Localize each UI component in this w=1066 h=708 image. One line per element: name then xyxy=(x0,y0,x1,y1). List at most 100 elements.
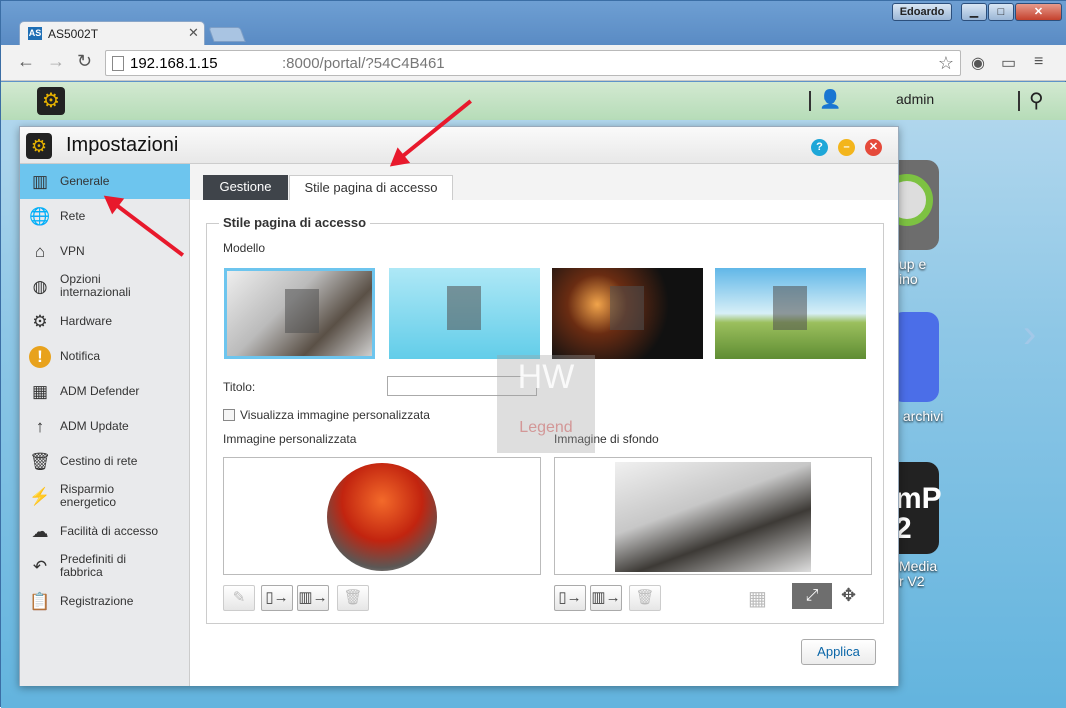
user-icon[interactable]: 👤 xyxy=(819,89,841,110)
adm-taskbar: ⚙ 👤 admin ⚲ xyxy=(1,82,1066,120)
url-host: 192.168.1.15 xyxy=(130,55,218,72)
edit-button[interactable]: ✎ xyxy=(223,585,255,611)
globe-icon: 🌐 xyxy=(29,207,51,226)
lightning-icon: ⚡ xyxy=(29,487,51,506)
world-pin-icon: ◍ xyxy=(32,277,48,296)
desktop-app-label: archivi xyxy=(899,408,944,424)
delete-button[interactable]: 🗑 xyxy=(337,585,369,611)
custom-image-label: Immagine personalizzata xyxy=(223,432,357,446)
separator xyxy=(1018,91,1020,111)
firewall-icon: ▦ xyxy=(31,382,49,401)
separator xyxy=(809,91,811,111)
custom-image-checkbox[interactable] xyxy=(223,409,235,421)
template-thumbnail[interactable] xyxy=(715,268,866,359)
sidebar-item-hardware[interactable]: ⚙ Hardware xyxy=(20,304,190,339)
sidebar-item-label: Rete xyxy=(60,209,86,223)
server-icon: ▥ xyxy=(31,172,49,191)
help-button[interactable]: ? xyxy=(811,139,828,156)
center-layout-icon[interactable]: ✥ xyxy=(841,585,856,606)
stretch-layout-icon[interactable]: ⤢ xyxy=(792,583,832,609)
forward-arrow-icon[interactable]: → xyxy=(47,51,65,72)
new-tab-button[interactable] xyxy=(208,27,246,42)
undo-icon: ↶ xyxy=(32,557,48,576)
search-icon[interactable]: ⚲ xyxy=(1029,88,1044,113)
desktop-app-label: up e ino xyxy=(899,256,927,287)
browser-tab[interactable]: AS AS5002T ✕ xyxy=(19,21,205,45)
browser-window: AS AS5002T ✕ Edoardo ▁ □ ✕ ← → ↻ 192.168… xyxy=(0,0,1066,708)
reload-icon[interactable]: ↻ xyxy=(77,51,92,72)
alert-icon: ! xyxy=(29,346,51,368)
watermark-text: HW xyxy=(517,358,575,396)
tile-layout-icon[interactable]: ▦ xyxy=(748,586,767,611)
window-close-button[interactable]: ✕ xyxy=(1015,3,1062,21)
sidebar-item-label: ADM Defender xyxy=(60,384,140,398)
sidebar-item-notifica[interactable]: ! Notifica xyxy=(20,339,190,374)
menu-icon[interactable]: ≡ xyxy=(1034,53,1043,71)
background-image-preview xyxy=(554,457,872,575)
template-thumbnail[interactable] xyxy=(552,268,703,359)
clipboard-icon: 📋 xyxy=(29,592,51,611)
sidebar-item-label: Generale xyxy=(60,174,110,188)
profile-badge[interactable]: Edoardo xyxy=(892,3,952,21)
template-thumbnail[interactable] xyxy=(224,268,375,359)
title-label: Titolo: xyxy=(223,380,256,394)
dialog-title: Impostazioni xyxy=(66,134,179,156)
next-page-chevron-icon[interactable]: › xyxy=(1023,312,1036,357)
desktop-app-label: Media r V2 xyxy=(899,558,938,589)
delete-bg-button[interactable]: 🗑 xyxy=(629,585,661,611)
tab-strip: AS AS5002T ✕ Edoardo ▁ □ ✕ xyxy=(1,1,1066,45)
bookmark-star-icon[interactable]: ☆ xyxy=(938,53,954,74)
tab-close-icon[interactable]: ✕ xyxy=(188,25,199,41)
trash-icon: 🗑 xyxy=(29,452,51,471)
browser-toolbar: ← → ↻ 192.168.1.15 :8000/portal/?54C4B46… xyxy=(1,45,1066,81)
sidebar-item-label: Predefiniti di fabbrica xyxy=(60,552,127,579)
tab-bar: Gestione Stile pagina di accesso xyxy=(190,164,898,200)
dialog-titlebar[interactable]: ⚙ Impostazioni ? – ✕ xyxy=(20,127,898,164)
sidebar-item-facilit-di-accesso[interactable]: ☁ Facilità di accesso xyxy=(20,514,190,549)
update-arrow-icon: ↑ xyxy=(35,417,45,436)
sidebar-item-label: Registrazione xyxy=(60,594,134,608)
address-bar[interactable]: 192.168.1.15 :8000/portal/?54C4B461 ☆ xyxy=(105,50,961,76)
sidebar-item-opzioni[interactable]: ◍ Opzioni internazionali xyxy=(20,269,190,304)
upload-local-button[interactable]: ▯→ xyxy=(261,585,293,611)
template-thumbnail[interactable] xyxy=(389,268,540,359)
upload-nas-button[interactable]: ▥→ xyxy=(297,585,329,611)
sidebar-item-label: Cestino di rete xyxy=(60,454,138,468)
settings-gear-icon: ⚙ xyxy=(26,133,52,159)
settings-app-icon[interactable]: ⚙ xyxy=(37,87,65,115)
extension-icon[interactable]: ◉ xyxy=(971,53,985,73)
sidebar-item-cestino-di-rete[interactable]: 🗑 Cestino di rete xyxy=(20,444,190,479)
fieldset-legend: Stile pagina di accesso xyxy=(219,215,371,230)
checkbox-label: Visualizza immagine personalizzata xyxy=(240,408,430,422)
window-minimize-button[interactable]: ▁ xyxy=(961,3,987,21)
tab-title: AS5002T xyxy=(48,27,99,41)
upload-nas-bg-button[interactable]: ▥→ xyxy=(590,585,622,611)
username[interactable]: admin xyxy=(896,91,934,107)
back-arrow-icon[interactable]: ← xyxy=(17,51,35,72)
custom-image-preview xyxy=(223,457,541,575)
custom-image xyxy=(327,463,437,571)
model-label: Modello xyxy=(223,241,266,255)
sidebar-item-label: VPN xyxy=(60,244,85,258)
cast-icon[interactable]: ▭ xyxy=(1001,53,1016,73)
sidebar-item-label: Opzioni internazionali xyxy=(60,272,131,299)
settings-dialog: ⚙ Impostazioni ? – ✕ ▥ Generale 🌐 Rete ⌂ VPN ◍… xyxy=(19,126,899,686)
upload-local-bg-button[interactable]: ▯→ xyxy=(554,585,586,611)
sidebar-item-label: Facilità di accesso xyxy=(60,524,159,538)
sidebar-item-predefiniti-di[interactable]: ↶ Predefiniti di fabbrica xyxy=(20,549,190,584)
page-icon xyxy=(112,56,124,71)
url-path: :8000/portal/?54C4B461 xyxy=(282,55,445,72)
sidebar-item-adm-update[interactable]: ↑ ADM Update xyxy=(20,409,190,444)
sidebar-item-adm-defender[interactable]: ▦ ADM Defender xyxy=(20,374,190,409)
apply-button[interactable]: Applica xyxy=(801,639,876,665)
window-maximize-button[interactable]: □ xyxy=(988,3,1014,21)
sidebar-item-registrazione[interactable]: 📋 Registrazione xyxy=(20,584,190,619)
tab-stile-pagina[interactable]: Stile pagina di accesso xyxy=(289,175,453,200)
sidebar-item-risparmio[interactable]: ⚡ Risparmio energetico xyxy=(20,479,190,514)
close-button[interactable]: ✕ xyxy=(865,139,882,156)
network-icon: ⌂ xyxy=(34,242,46,261)
tab-gestione[interactable]: Gestione xyxy=(203,175,288,200)
background-image xyxy=(615,462,811,572)
minimize-button[interactable]: – xyxy=(838,139,855,156)
watermark-subtext: Legend xyxy=(519,419,573,436)
